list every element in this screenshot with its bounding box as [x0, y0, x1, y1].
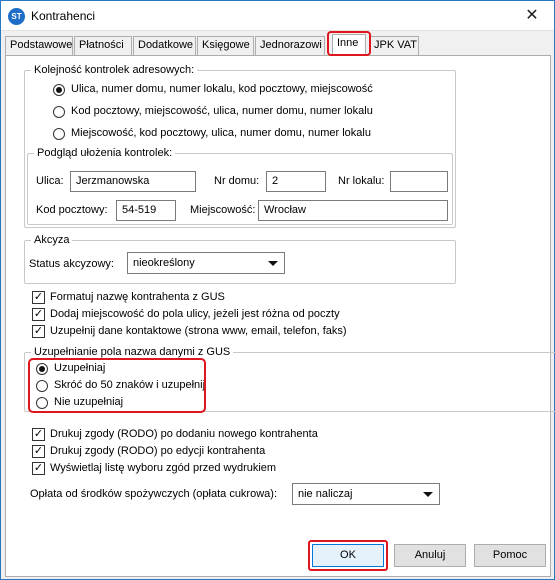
add-city-to-street-checkbox[interactable]: ✓	[32, 308, 45, 321]
fill-contact-data-checkbox[interactable]: ✓	[32, 325, 45, 338]
street-label: Ulica:	[36, 175, 64, 187]
excise-status-value: nieokreślony	[133, 257, 195, 269]
window-title: Kontrahenci	[31, 9, 96, 23]
print-consent-edit-checkbox[interactable]: ✓	[32, 445, 45, 458]
address-order-group: Kolejność kontrolek adresowych: Ulica, n…	[24, 64, 456, 228]
tab-jednorazowi[interactable]: Jednorazowi	[255, 36, 325, 55]
address-order-option-1-radio[interactable]	[53, 84, 65, 96]
tab-podstawowe[interactable]: Podstawowe	[5, 36, 73, 55]
sugar-fee-value: nie naliczaj	[298, 488, 353, 500]
address-order-legend: Kolejność kontrolek adresowych:	[31, 64, 198, 76]
chevron-down-icon	[268, 261, 278, 266]
close-button[interactable]: ✕	[510, 1, 554, 30]
address-order-option-3-label: Miejscowość, kod pocztowy, ulica, numer …	[71, 127, 371, 139]
format-name-gus-label: Formatuj nazwę kontrahenta z GUS	[50, 291, 225, 303]
print-consent-new-checkbox[interactable]: ✓	[32, 428, 45, 441]
postal-code-field[interactable]: 54-519	[116, 200, 176, 221]
apartment-number-label: Nr lokalu:	[338, 175, 385, 187]
print-consent-new-label: Drukuj zgody (RODO) po dodaniu nowego ko…	[50, 428, 318, 440]
sugar-fee-select[interactable]: nie naliczaj	[292, 483, 440, 505]
app-logo-icon: ST	[8, 8, 25, 25]
apartment-number-field[interactable]	[390, 171, 448, 192]
tab-platnosci[interactable]: Płatności	[74, 36, 132, 55]
add-city-to-street-label: Dodaj miejscowość do pola ulicy, jeżeli …	[50, 308, 340, 320]
excise-status-label: Status akcyzowy:	[29, 258, 114, 270]
ok-button-highlight	[308, 540, 388, 571]
excise-group: Akcyza Status akcyzowy: nieokreślony	[24, 234, 456, 284]
chevron-down-icon	[423, 492, 433, 497]
address-order-option-1-label: Ulica, numer domu, numer lokalu, kod poc…	[71, 83, 373, 95]
title-bar: ST Kontrahenci ✕	[1, 1, 554, 31]
print-consent-edit-label: Drukuj zgody (RODO) po edycji kontrahent…	[50, 445, 266, 457]
show-consent-list-label: Wyświetlaj listę wyboru zgód przed wydru…	[50, 462, 277, 474]
tab-ksiegowe[interactable]: Księgowe	[197, 36, 254, 55]
house-number-field[interactable]: 2	[266, 171, 326, 192]
address-order-option-3-radio[interactable]	[53, 128, 65, 140]
help-button[interactable]: Pomoc	[474, 544, 546, 567]
sugar-fee-label: Opłata od środków spożywczych (opłata cu…	[30, 488, 277, 500]
city-field[interactable]: Wrocław	[258, 200, 448, 221]
excise-status-select[interactable]: nieokreślony	[127, 252, 285, 274]
tab-panel-inne: Kolejność kontrolek adresowych: Ulica, n…	[5, 55, 555, 577]
address-order-option-2-label: Kod pocztowy, miejscowość, ulica, numer …	[71, 105, 373, 117]
city-label: Miejscowość:	[190, 204, 256, 216]
street-field[interactable]: Jerzmanowska	[70, 171, 196, 192]
tab-dodatkowe[interactable]: Dodatkowe	[133, 36, 196, 55]
dialog-window: ST Kontrahenci ✕ Podstawowe Płatności Do…	[0, 0, 555, 580]
show-consent-list-checkbox[interactable]: ✓	[32, 462, 45, 475]
excise-legend: Akcyza	[31, 234, 73, 246]
fill-contact-data-label: Uzupełnij dane kontaktowe (strona www, e…	[50, 325, 347, 337]
tab-highlight	[327, 31, 371, 56]
house-number-label: Nr domu:	[214, 175, 260, 187]
layout-preview-legend: Podgląd ułożenia kontrolek:	[34, 147, 176, 159]
address-order-option-2-radio[interactable]	[53, 106, 65, 118]
cancel-button[interactable]: Anuluj	[394, 544, 466, 567]
postal-code-label: Kod pocztowy:	[36, 204, 108, 216]
gus-name-legend: Uzupełnianie pola nazwa danymi z GUS	[31, 346, 234, 358]
tab-jpk-vat[interactable]: JPK VAT	[369, 36, 419, 55]
format-name-gus-checkbox[interactable]: ✓	[32, 291, 45, 304]
layout-preview-group: Podgląd ułożenia kontrolek: Ulica: Jerzm…	[27, 147, 453, 225]
gus-name-highlight	[28, 358, 206, 413]
